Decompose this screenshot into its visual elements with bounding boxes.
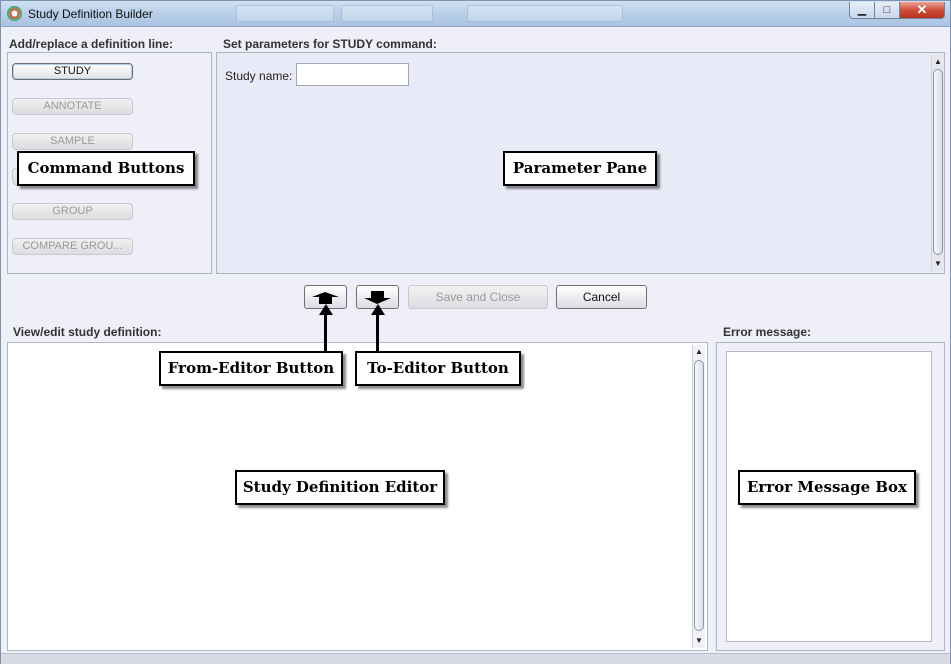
group-command-button[interactable]: GROUP [12, 203, 133, 220]
study-definition-builder-window: Study Definition Builder ▁ □ ✕ Add/repla… [0, 0, 951, 664]
close-button[interactable]: ✕ [899, 2, 945, 19]
background-tab-ghost [236, 5, 334, 22]
study-name-input[interactable] [296, 63, 409, 86]
sample-command-button[interactable]: SAMPLE [12, 133, 133, 150]
scrollbar-thumb[interactable] [933, 69, 943, 255]
command-section-label: Add/replace a definition line: [9, 37, 174, 51]
editor-callout: Study Definition Editor [235, 470, 445, 505]
app-icon [7, 6, 22, 21]
scrollbar-thumb[interactable] [694, 360, 704, 631]
minimize-button[interactable]: ▁ [849, 2, 875, 19]
editor-section-label: View/edit study definition: [13, 325, 162, 339]
to-editor-pointer [376, 313, 379, 353]
compare-groups-command-button[interactable]: COMPARE GROU... [12, 238, 133, 255]
study-name-label: Study name: [225, 69, 293, 83]
scroll-up-icon[interactable]: ▲ [693, 345, 705, 358]
study-command-button[interactable]: STUDY [12, 63, 133, 80]
scroll-up-icon[interactable]: ▲ [932, 55, 944, 68]
annotate-command-button[interactable]: ANNOTATE [12, 98, 133, 115]
cancel-button[interactable]: Cancel [556, 285, 647, 309]
command-buttons-callout: Command Buttons [17, 151, 195, 186]
background-tab-ghost [341, 5, 433, 22]
parameter-pane-scrollbar[interactable]: ▲ ▼ [931, 55, 944, 271]
maximize-button[interactable]: □ [874, 2, 900, 19]
parameter-section-label: Set parameters for STUDY command: [223, 37, 437, 51]
window-bottom-edge [1, 653, 950, 664]
arrow-up-icon [371, 304, 385, 315]
from-editor-pointer [324, 313, 327, 353]
editor-scrollbar[interactable]: ▲ ▼ [692, 345, 705, 648]
parameter-pane-callout: Parameter Pane [503, 151, 657, 186]
scroll-down-icon[interactable]: ▼ [932, 257, 944, 270]
arrow-up-icon [319, 304, 333, 315]
to-editor-callout: To-Editor Button [355, 351, 521, 386]
background-tab-ghost [467, 5, 623, 22]
window-title: Study Definition Builder [28, 7, 153, 21]
scroll-down-icon[interactable]: ▼ [693, 634, 705, 647]
title-bar[interactable]: Study Definition Builder ▁ □ ✕ [1, 1, 950, 27]
error-section-label: Error message: [723, 325, 812, 339]
from-editor-callout: From-Editor Button [159, 351, 343, 386]
error-box-callout: Error Message Box [738, 470, 916, 505]
save-and-close-button[interactable]: Save and Close [408, 285, 548, 309]
